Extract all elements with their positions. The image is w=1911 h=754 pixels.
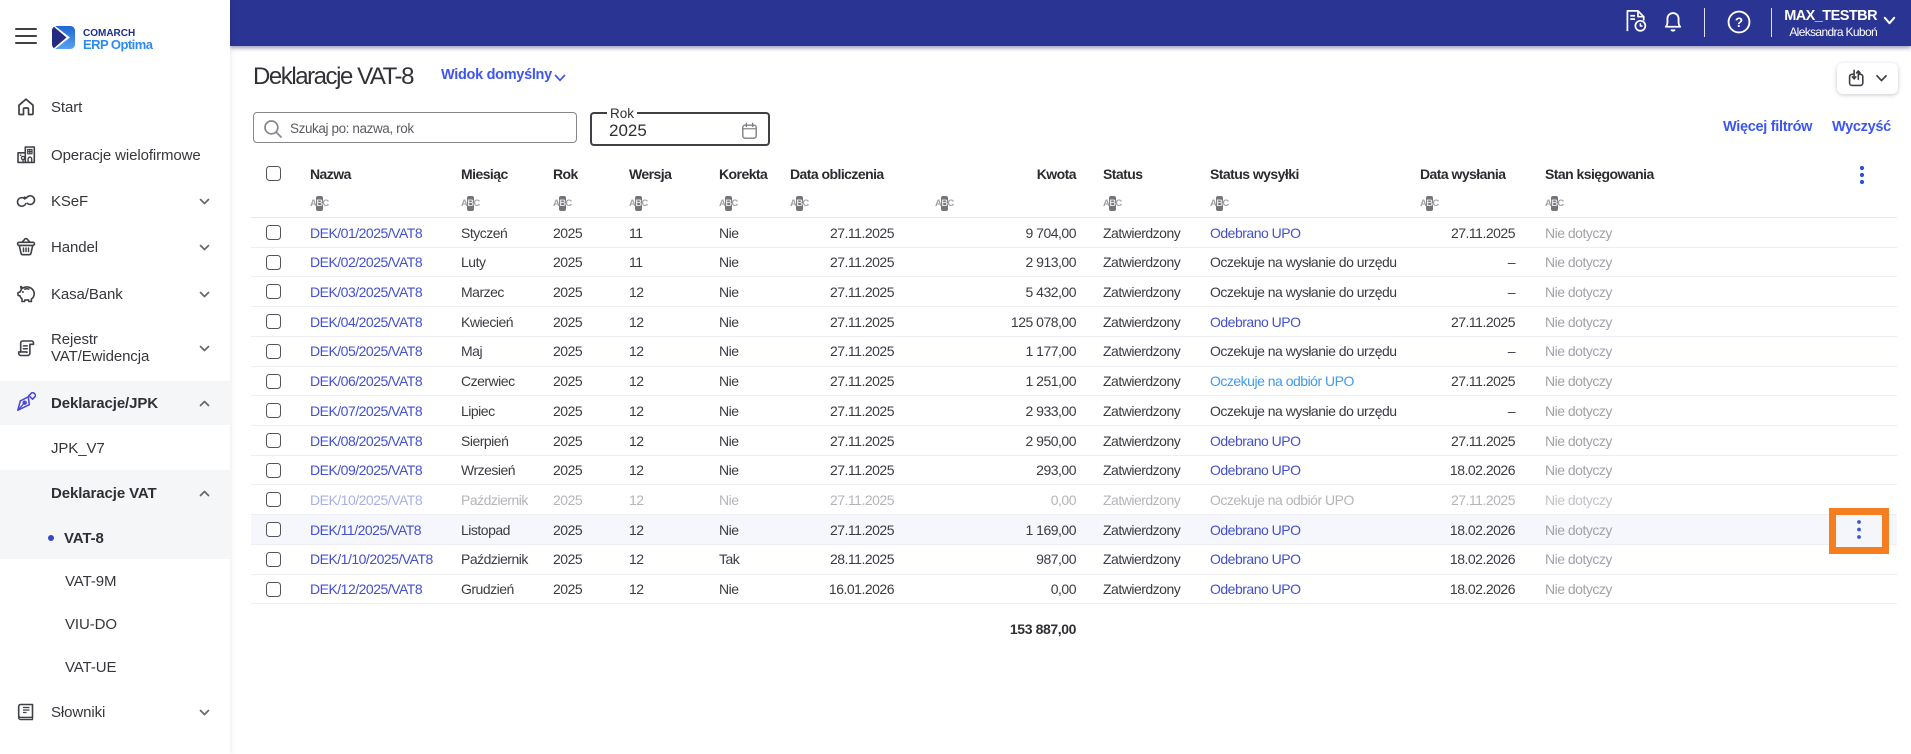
svg-text:?: ?	[1735, 15, 1743, 30]
